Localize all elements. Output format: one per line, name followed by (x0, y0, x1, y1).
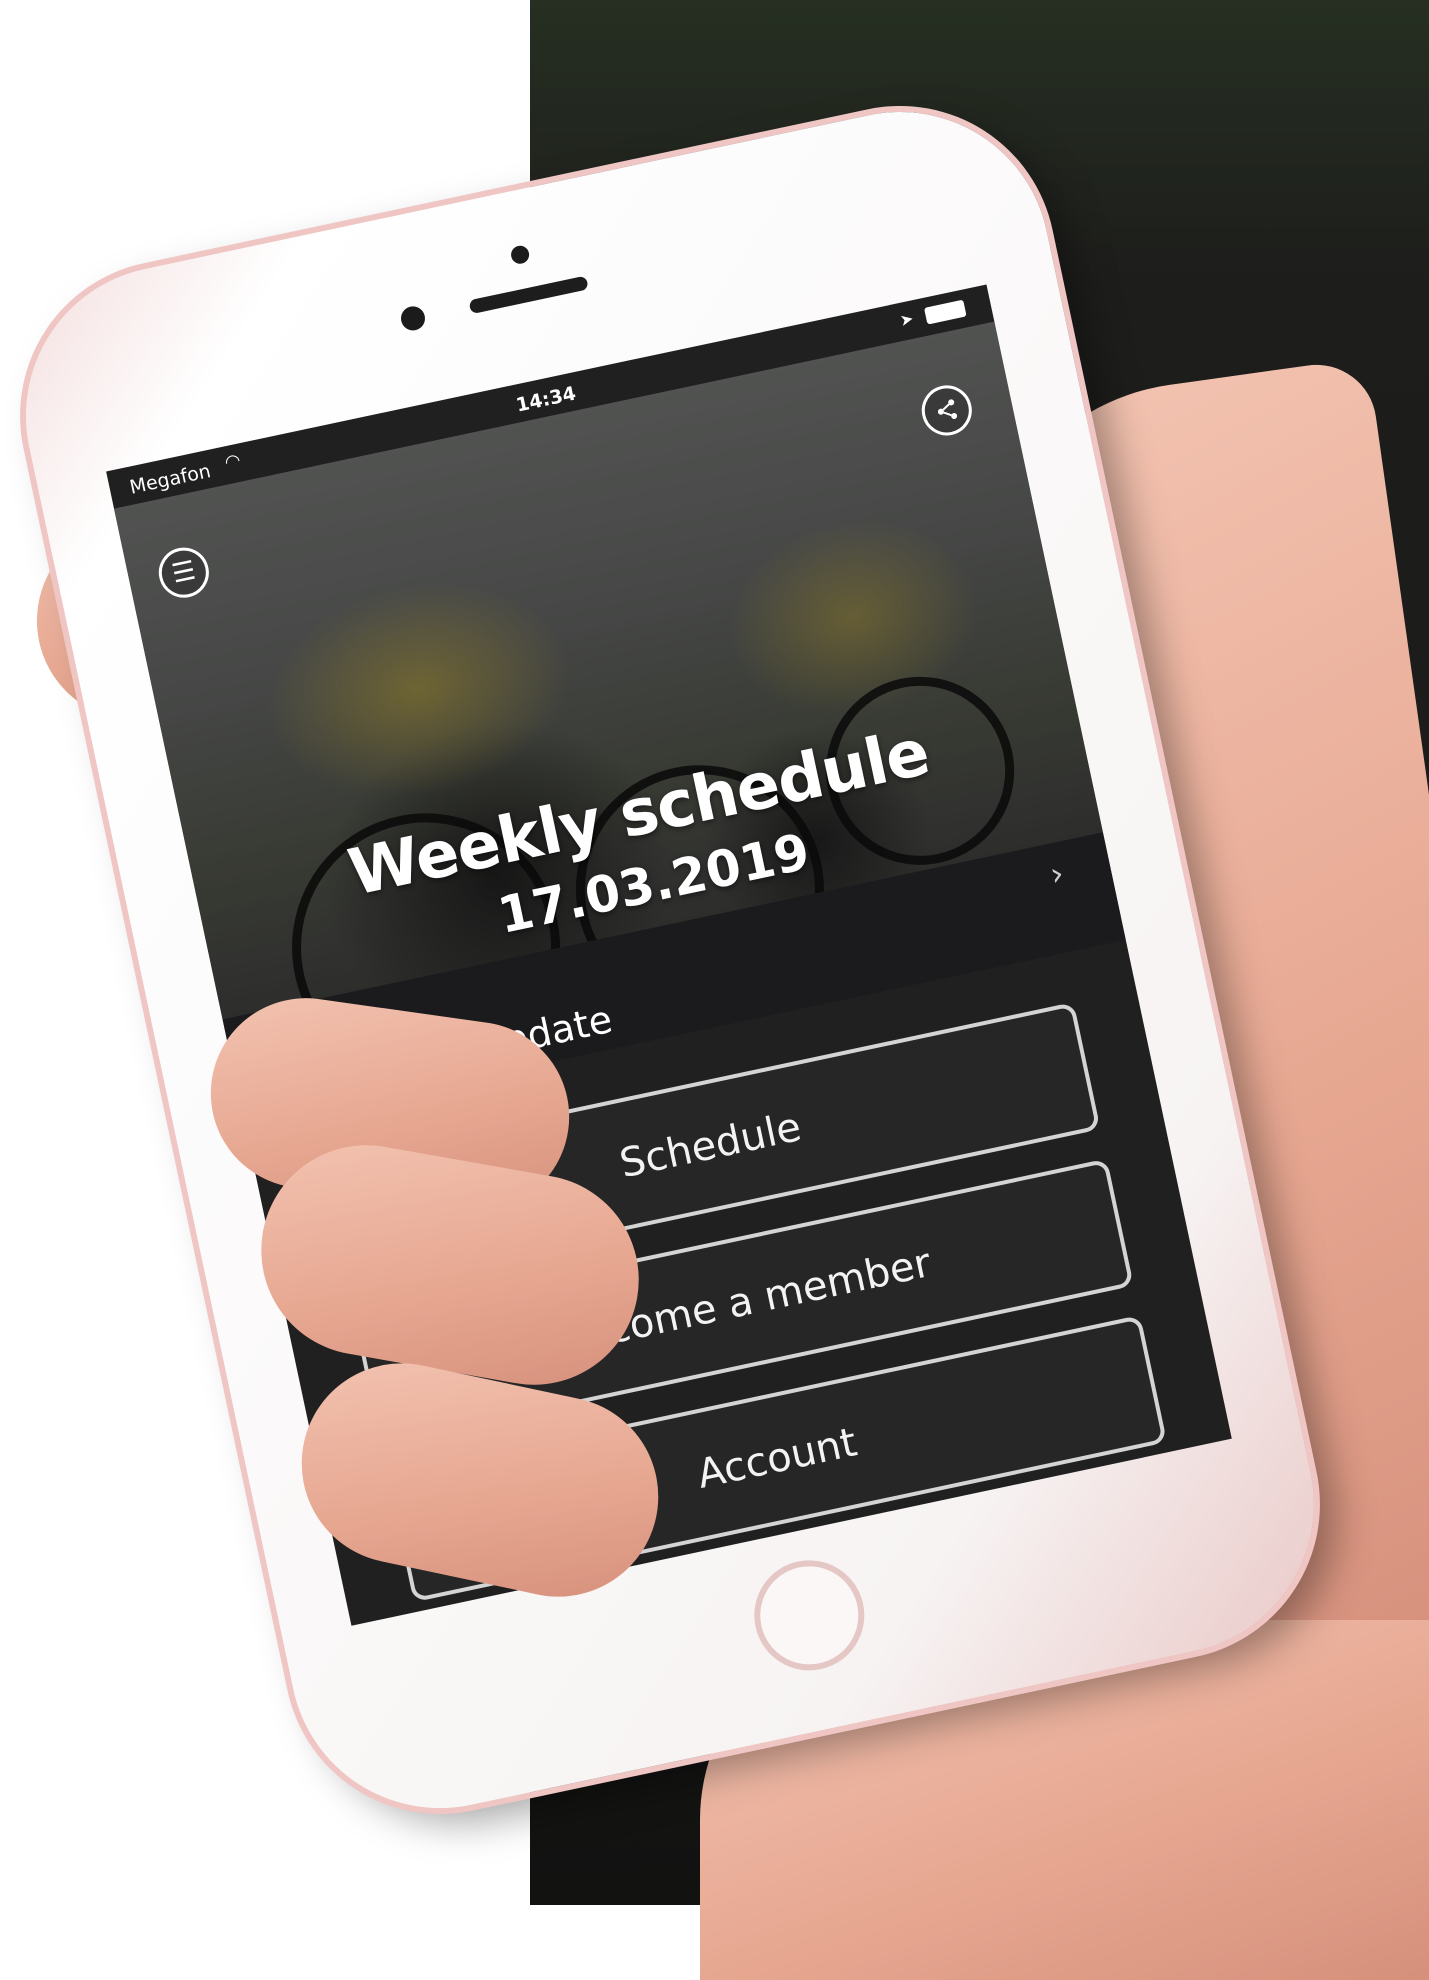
menu-icon: ☰ (169, 555, 199, 590)
battery-icon (923, 299, 967, 325)
chevron-right-icon: › (1046, 853, 1068, 894)
share-icon (937, 399, 958, 420)
wifi-icon: ◠ (222, 449, 243, 474)
location-arrow-icon: ➤ (898, 308, 916, 330)
status-time: 14:34 (514, 382, 578, 417)
